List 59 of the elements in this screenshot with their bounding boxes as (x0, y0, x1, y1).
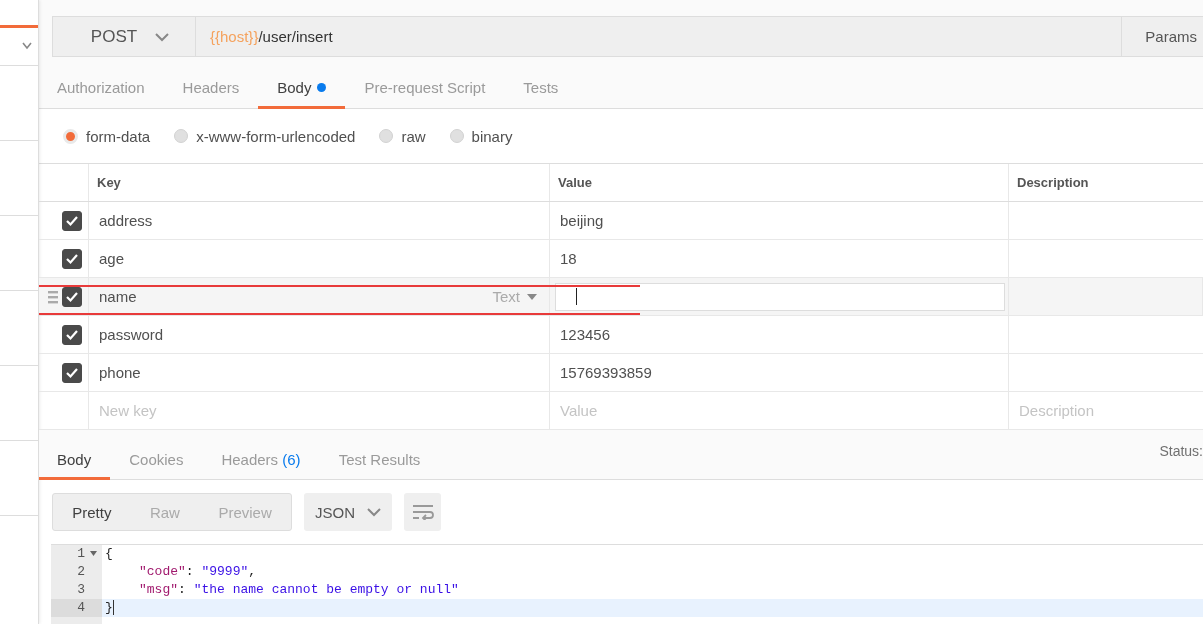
check-icon (65, 328, 79, 341)
value-input-field[interactable] (555, 282, 1005, 311)
view-mode-button[interactable]: Pretty (66, 503, 118, 521)
request-tab[interactable]: Headers (163, 57, 259, 109)
line-number: 3 (77, 581, 85, 599)
type-dropdown[interactable]: Text (492, 288, 537, 305)
key-text: age (99, 250, 125, 267)
code-text: "msg": "the name cannot be empty or null" (139, 582, 459, 597)
body-mode-radio[interactable]: form-data (63, 127, 151, 145)
body-mode-radio[interactable]: raw (379, 127, 426, 145)
body-mode-radio[interactable]: binary (449, 127, 513, 145)
status-label: Status: (1159, 443, 1203, 459)
checkbox[interactable] (62, 324, 82, 345)
status-dot-icon (317, 82, 327, 92)
response-tab[interactable]: Test Results (319, 451, 440, 480)
radio-button[interactable] (379, 129, 394, 143)
request-tab[interactable]: Pre-request Script (345, 57, 505, 109)
radio-button[interactable] (449, 129, 464, 143)
radio-button[interactable] (174, 129, 189, 143)
request-tab[interactable]: Authorization (57, 57, 164, 109)
wrap-lines-button[interactable] (404, 493, 441, 531)
key-text: name (99, 288, 137, 305)
check-icon (65, 366, 79, 379)
caret-icon (527, 293, 537, 300)
radio-button[interactable] (63, 128, 78, 144)
fold-arrow-icon[interactable] (90, 551, 97, 556)
code-text: "code": "9999", (139, 564, 257, 579)
value-text: beijing (560, 212, 604, 229)
drag-handle-icon[interactable] (48, 289, 58, 304)
check-icon (65, 252, 79, 265)
check-icon (65, 290, 79, 303)
key-text: phone (99, 364, 141, 381)
line-number: 1 (77, 545, 85, 563)
key-text: address (99, 212, 153, 229)
response-tab[interactable]: Cookies (110, 451, 203, 480)
checkbox[interactable] (62, 248, 82, 269)
chevron-icon (367, 507, 381, 517)
code-text: { (105, 546, 113, 561)
column-header: Key (97, 175, 121, 190)
checkbox[interactable] (62, 286, 82, 307)
value-text: 123456 (560, 326, 611, 343)
chevron-icon[interactable] (22, 42, 32, 50)
line-number: 4 (77, 599, 85, 617)
response-tab[interactable]: Headers (6) (202, 451, 320, 480)
body-mode-radio[interactable]: x-www-form-urlencoded (174, 127, 356, 145)
value-text: 15769393859 (560, 364, 652, 381)
check-icon (65, 214, 79, 227)
column-header: Description (1017, 175, 1089, 190)
checkbox[interactable] (62, 210, 82, 231)
column-header: Value (558, 175, 592, 190)
response-tab[interactable]: Body (39, 451, 111, 480)
value-text: 18 (560, 250, 577, 267)
line-number: 2 (77, 563, 85, 581)
checkbox[interactable] (62, 362, 82, 383)
request-tab[interactable]: Tests (504, 57, 578, 109)
code-text: } (105, 600, 113, 615)
format-dropdown[interactable]: JSON (304, 493, 392, 531)
wrap-icon (411, 504, 434, 520)
key-text: password (99, 326, 164, 343)
